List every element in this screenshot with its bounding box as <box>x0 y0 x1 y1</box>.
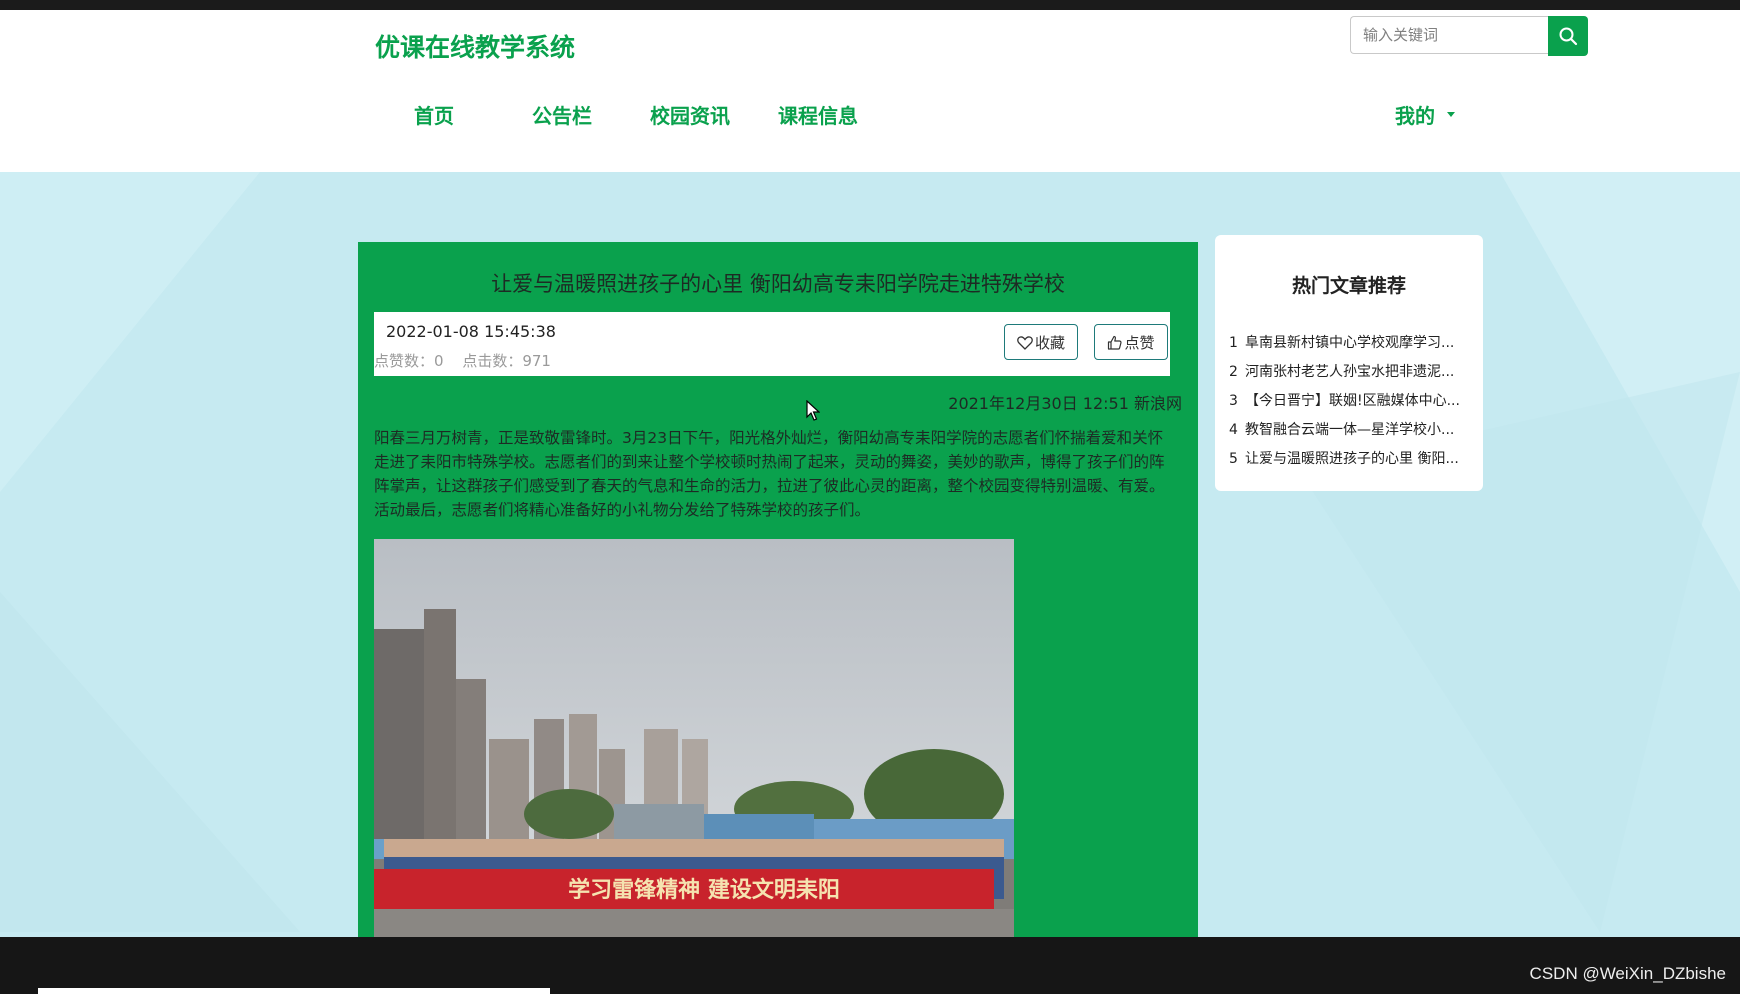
favorite-button[interactable]: 收藏 <box>1004 324 1078 360</box>
banner-text: 学习雷锋精神 建设文明耒阳 <box>568 877 840 903</box>
favorite-label: 收藏 <box>1034 333 1065 352</box>
search-bar <box>1350 16 1590 56</box>
search-icon <box>1559 27 1578 46</box>
main-nav: 首页 公告栏 校园资讯 课程信息 <box>370 100 882 129</box>
publish-time: 2022-01-08 15:45:38 <box>386 322 556 341</box>
hot-articles-title: 热门文章推荐 <box>1291 275 1406 297</box>
bottom-bar <box>0 937 1740 994</box>
search-input[interactable] <box>1350 16 1548 54</box>
article-stats: 点赞数：0 点击数：971 <box>374 350 565 371</box>
hot-article-item[interactable]: 5 让爱与温暖照进孩子的心里 衡阳... <box>1229 448 1469 477</box>
article-body: 阳春三月万树青，正是致敬雷锋时。3月23日下午，阳光格外灿烂，衡阳幼高专耒阳学院… <box>374 429 1165 519</box>
nav-home[interactable]: 首页 <box>370 100 498 129</box>
hot-articles-list: 1 阜南县新村镇中心学校观摩学习... 2 河南张村老艺人孙宝水把非遗泥... 3 【… <box>1229 332 1469 477</box>
heart-icon <box>1017 335 1033 350</box>
like-button[interactable]: 点赞 <box>1094 324 1168 360</box>
user-menu[interactable]: 我的 <box>1395 100 1455 129</box>
article-title: 让爱与温暖照进孩子的心里 衡阳幼高专耒阳学院走进特殊学校 <box>491 272 1065 296</box>
caret-down-icon <box>1447 112 1455 117</box>
click-count: 点击数：971 <box>462 352 551 370</box>
site-header: 优课在线教学系统 首页 公告栏 校园资讯 课程信息 我的 <box>0 10 1740 172</box>
hot-article-item[interactable]: 1 阜南县新村镇中心学校观摩学习... <box>1229 332 1469 361</box>
watermark: CSDN @WeiXin_DZbishe <box>1529 964 1726 983</box>
window-top-strip <box>0 0 1740 10</box>
photo-illustration: 学习雷锋精神 建设文明耒阳 <box>374 539 1014 938</box>
like-label: 点赞 <box>1124 333 1155 352</box>
article-photo: 学习雷锋精神 建设文明耒阳 <box>374 539 1014 938</box>
article-info-bar: 2022-01-08 15:45:38 点赞数：0 点击数：971 收藏 点赞 <box>374 312 1170 376</box>
thumbs-up-icon <box>1108 335 1123 350</box>
hot-article-item[interactable]: 4 教智融合云端一体—星洋学校小... <box>1229 419 1469 448</box>
user-menu-label: 我的 <box>1395 104 1435 128</box>
hot-article-item[interactable]: 2 河南张村老艺人孙宝水把非遗泥... <box>1229 361 1469 390</box>
nav-campus-news[interactable]: 校园资讯 <box>626 100 754 129</box>
article-source: 2021年12月30日 12:51 新浪网 <box>948 394 1182 413</box>
hot-article-item[interactable]: 3 【今日晋宁】联姻!区融媒体中心... <box>1229 390 1469 419</box>
search-button[interactable] <box>1548 16 1588 56</box>
like-count: 点赞数：0 <box>374 352 444 370</box>
site-logo-title[interactable]: 优课在线教学系统 <box>375 28 575 64</box>
mouse-cursor-icon <box>806 400 820 421</box>
hot-articles-panel: 热门文章推荐 1 阜南县新村镇中心学校观摩学习... 2 河南张村老艺人孙宝水把非遗… <box>1215 235 1483 491</box>
article-panel: 让爱与温暖照进孩子的心里 衡阳幼高专耒阳学院走进特殊学校 2022-01-08 … <box>358 242 1198 938</box>
nav-course-info[interactable]: 课程信息 <box>754 100 882 129</box>
taskbar-strip <box>38 988 550 994</box>
nav-notice-board[interactable]: 公告栏 <box>498 100 626 129</box>
